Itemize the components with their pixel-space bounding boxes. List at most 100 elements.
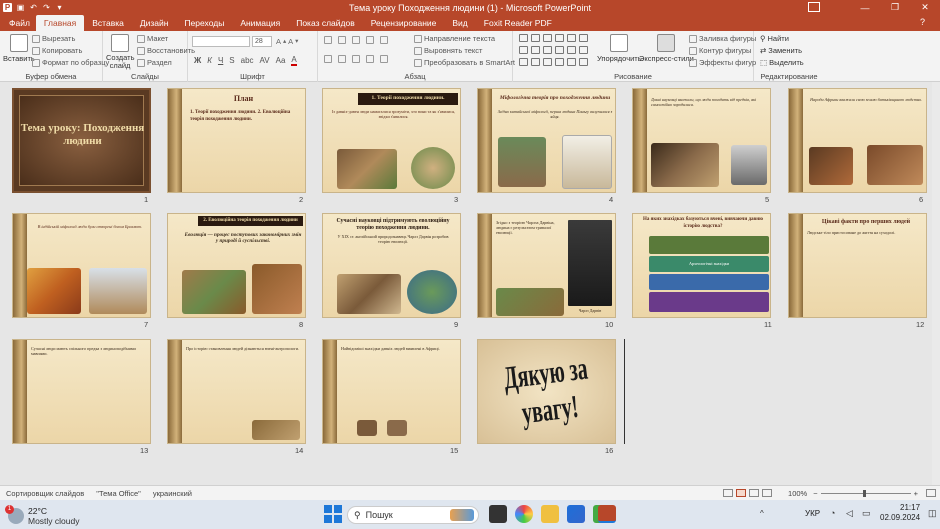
slide-thumbnail[interactable]: Про історію становлення людей дізнаються… [167,339,306,444]
font-color-button[interactable]: A [291,55,297,66]
customize-qat-icon[interactable]: ▾ [55,3,64,12]
shape-outline-button[interactable]: Контур фигуры [689,46,751,55]
line-spacing-icon[interactable] [380,36,388,44]
slide-thumbnail[interactable]: 1. Теорії походження людини. Із давніх-д… [322,88,461,193]
zoom-in-icon[interactable]: + [914,489,918,498]
slide-thumbnail[interactable]: Міфологічна теорія про походження людини… [477,88,616,193]
ribbon-display-options-icon[interactable] [808,2,820,12]
save-icon[interactable]: ▣ [16,3,25,12]
smartart-button[interactable]: Преобразовать в SmartArt [414,58,515,67]
reading-view-icon[interactable] [749,489,760,497]
copy-button[interactable]: Копировать [32,46,82,55]
font-name-box[interactable] [192,36,250,47]
text-direction-button[interactable]: Направление текста [414,34,495,43]
slideshow-view-icon[interactable] [762,489,773,497]
new-slide-button[interactable]: Создать слайд [106,34,135,70]
replace-button[interactable]: ⇄ Заменить [760,46,802,55]
clock[interactable]: 21:17 02.09.2024 [880,503,920,523]
start-button[interactable] [324,505,342,523]
language-switch[interactable]: УКР [805,509,820,518]
notifications-icon[interactable]: ◫ [928,508,937,519]
edge-icon[interactable] [567,505,585,523]
arrange-button[interactable]: Упорядочить [597,34,642,63]
reset-button[interactable]: Восстановить [137,46,195,55]
select-button[interactable]: ⬚ Выделить [760,58,804,67]
align-left-icon[interactable] [324,55,332,63]
taskbar-search[interactable]: ⚲ Пошук [347,506,479,524]
slide-thumbnail[interactable]: Згідно з теорією Чарлза Дарвіна, людина … [477,213,616,318]
strike-button[interactable]: abc [241,56,254,65]
slide-thumbnail[interactable]: Давні науковці вважали, що люди походять… [632,88,771,193]
redo-icon[interactable]: ↷ [42,3,51,12]
tab-home[interactable]: Главная [35,15,85,31]
tab-foxit[interactable]: Foxit Reader PDF [476,15,560,31]
tab-view[interactable]: Вид [444,15,475,31]
shape-effects-button[interactable]: Эффекты фигур [689,58,756,67]
weather-widget[interactable]: 1 22°C Mostly cloudy [5,505,80,526]
find-button[interactable]: ⚲ Найти [760,34,789,43]
fit-window-icon[interactable] [926,489,936,497]
normal-view-icon[interactable] [723,489,734,497]
italic-button[interactable]: К [207,56,212,65]
tab-animations[interactable]: Анимация [232,15,288,31]
columns-icon[interactable] [380,55,388,63]
powerpoint-taskbar-icon[interactable] [598,505,616,523]
paste-button[interactable]: Вставить [3,34,35,63]
slide-thumbnail[interactable]: 2. Еволюційна теорія походження людини Е… [167,213,306,318]
slide-thumbnail[interactable]: Найвідоміші знахідки давніх людей виявле… [322,339,461,444]
copilot-icon[interactable] [515,505,533,523]
help-icon[interactable]: ? [920,17,936,29]
vertical-scrollbar[interactable] [932,82,940,485]
file-explorer-icon[interactable] [541,505,559,523]
slide-thumbnail[interactable]: Сучасні науковці підтримують еволюційну … [322,213,461,318]
decrease-indent-icon[interactable] [352,36,360,44]
spacing-button[interactable]: AV [260,56,270,65]
slide-thumbnail[interactable]: План 1. Теорії походження людини. 2. Ево… [167,88,306,193]
undo-icon[interactable]: ↶ [29,3,38,12]
tab-review[interactable]: Рецензирование [363,15,445,31]
slide-thumbnail[interactable]: В індійській міфології люди були створен… [12,213,151,318]
tab-design[interactable]: Дизайн [132,15,177,31]
align-right-icon[interactable] [352,55,360,63]
sorter-view-icon[interactable] [736,489,747,497]
shape-fill-button[interactable]: Заливка фигуры [689,34,756,43]
bullets-icon[interactable] [324,36,332,44]
tab-transitions[interactable]: Переходы [176,15,232,31]
tab-insert[interactable]: Вставка [84,15,132,31]
zoom-level[interactable]: 100% [782,489,813,498]
language-indicator[interactable]: украинский [147,489,198,498]
increase-indent-icon[interactable] [366,36,374,44]
maximize-button[interactable]: ❐ [880,0,910,15]
font-size-box[interactable]: 28 [252,36,272,47]
section-button[interactable]: Раздел [137,58,172,67]
zoom-slider[interactable]: − + [813,489,918,498]
task-view-icon[interactable] [489,505,507,523]
numbering-icon[interactable] [338,36,346,44]
tray-overflow-icon[interactable]: ^ [760,509,764,518]
quick-styles-button[interactable]: Экспресс-стили [639,34,694,63]
layout-button[interactable]: Макет [137,34,168,43]
slide-thumbnail[interactable]: На яких знахідках базуються вчені, вивча… [632,213,771,318]
underline-button[interactable]: Ч [218,56,223,65]
tab-file[interactable]: Файл [3,15,36,31]
slide-sorter[interactable]: Тема уроку: Походження людини 1 План 1. … [0,82,940,485]
zoom-out-icon[interactable]: − [813,489,817,498]
case-button[interactable]: Aa [276,56,286,65]
grow-font-button[interactable]: A ▴ A ▾ [276,37,298,46]
align-text-button[interactable]: Выровнять текст [414,46,482,55]
volume-icon[interactable]: ◁ [846,508,853,519]
slide-thumbnail[interactable]: Сучасні люди мають спільного предка з лю… [12,339,151,444]
format-painter-button[interactable]: Формат по образцу [32,58,109,67]
slide-thumbnail[interactable]: Народи Африки вважали свою землю батьків… [788,88,927,193]
justify-icon[interactable] [366,55,374,63]
slide-thumbnail[interactable]: Дякую за увагу! [477,339,616,444]
battery-icon[interactable]: ▭ [862,508,871,519]
wifi-icon[interactable]: ◔ [830,508,835,518]
slide-thumbnail[interactable]: Тема уроку: Походження людини [12,88,151,193]
tab-slideshow[interactable]: Показ слайдов [288,15,363,31]
close-button[interactable]: ✕ [910,0,940,15]
slide-thumbnail[interactable]: Цікаві факти про перших людей Людське ті… [788,213,927,318]
shapes-gallery[interactable] [519,34,589,68]
minimize-button[interactable]: — [850,0,880,15]
align-center-icon[interactable] [338,55,346,63]
